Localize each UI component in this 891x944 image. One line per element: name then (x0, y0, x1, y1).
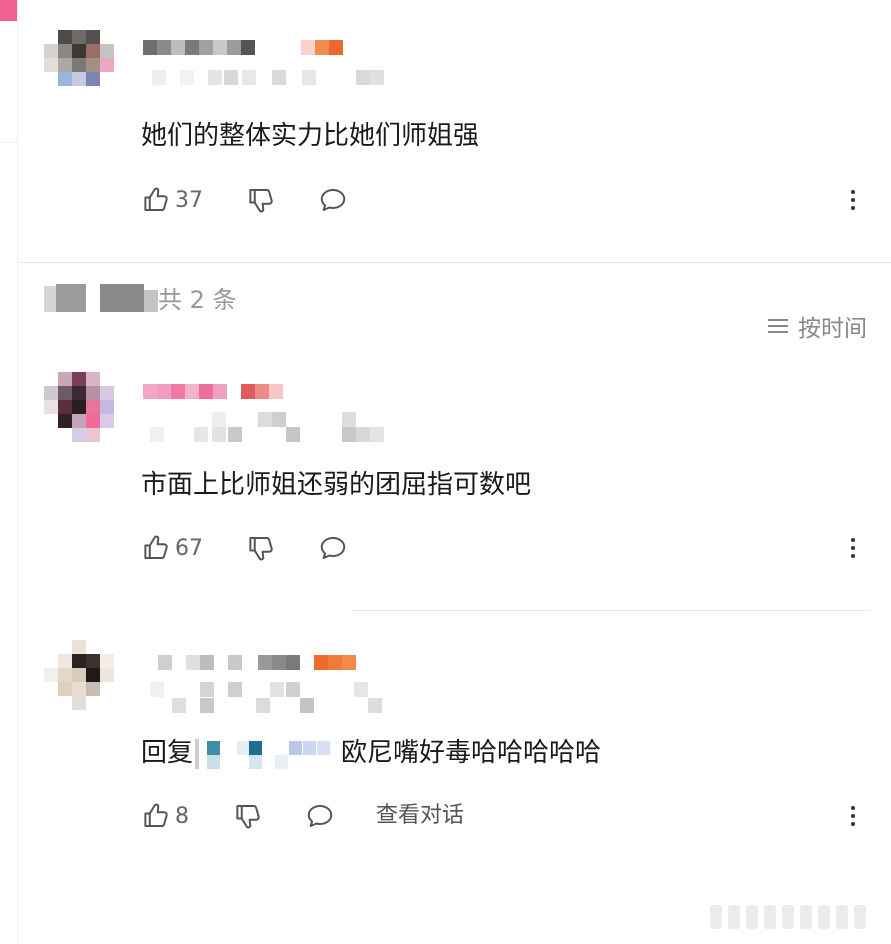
more-options-button[interactable] (841, 796, 865, 836)
comment-text: 她们的整体实力比她们师姐强 (141, 121, 480, 151)
reply-button[interactable] (318, 528, 348, 568)
reply-prefix: 回复 (141, 738, 194, 768)
like-count: 8 (175, 803, 189, 829)
comment-text: 市面上比师姐还弱的团屈指可数吧 (141, 470, 532, 500)
avatar[interactable] (44, 372, 114, 442)
comment-item: 市面上比师姐还弱的团屈指可数吧 67 (0, 360, 891, 600)
comment-bubble-icon (307, 805, 333, 827)
reply-button[interactable] (305, 796, 335, 836)
timestamp-mosaic (150, 412, 390, 442)
thumb-down-icon (236, 805, 260, 829)
like-button[interactable]: 37 (141, 180, 203, 220)
like-count: 67 (175, 535, 203, 561)
comment-item: 回复 欧尼嘴好毒哈哈哈哈哈 8 查看对话 (0, 630, 891, 880)
watermark (710, 905, 880, 931)
comment-divider (17, 262, 891, 263)
comment-divider (352, 610, 870, 611)
reply-body: 欧尼嘴好毒哈哈哈哈哈 (341, 738, 602, 768)
menu-lines-icon (768, 318, 788, 334)
like-button[interactable]: 67 (141, 528, 203, 568)
username-mosaic[interactable] (143, 40, 363, 55)
username-mosaic[interactable] (158, 655, 368, 670)
comment-bubble-icon (320, 537, 346, 559)
like-button[interactable]: 8 (141, 796, 189, 836)
more-vertical-icon (851, 190, 855, 194)
timestamp-mosaic (150, 682, 390, 714)
thumb-up-icon (144, 803, 168, 827)
comment-bubble-icon (320, 189, 346, 211)
thumb-down-icon (249, 537, 273, 561)
like-count: 37 (175, 187, 203, 213)
timestamp-mosaic (152, 70, 392, 85)
username-mosaic[interactable] (143, 384, 293, 399)
sort-label: 按时间 (798, 316, 867, 342)
section-count-label: 共 2 条 (158, 286, 237, 314)
view-conversation-link[interactable]: 查看对话 (376, 796, 464, 836)
more-options-button[interactable] (841, 180, 865, 220)
dislike-button[interactable] (233, 796, 263, 836)
comment-item: 她们的整体实力比她们师姐强 37 (0, 0, 891, 262)
comment-text: 回复 欧尼嘴好毒哈哈哈哈哈 (141, 736, 601, 770)
sort-by-time-button[interactable]: 按时间 (768, 310, 867, 342)
avatar[interactable] (44, 30, 114, 100)
reply-button[interactable] (318, 180, 348, 220)
more-vertical-icon (851, 538, 855, 542)
mentioned-user-mosaic[interactable] (193, 738, 341, 769)
avatar[interactable] (44, 640, 114, 710)
thumb-up-icon (144, 187, 168, 211)
thumb-up-icon (144, 535, 168, 559)
more-vertical-icon (851, 806, 855, 810)
thumb-down-icon (249, 189, 273, 213)
dislike-button[interactable] (246, 528, 276, 568)
more-options-button[interactable] (841, 528, 865, 568)
dislike-button[interactable] (246, 180, 276, 220)
